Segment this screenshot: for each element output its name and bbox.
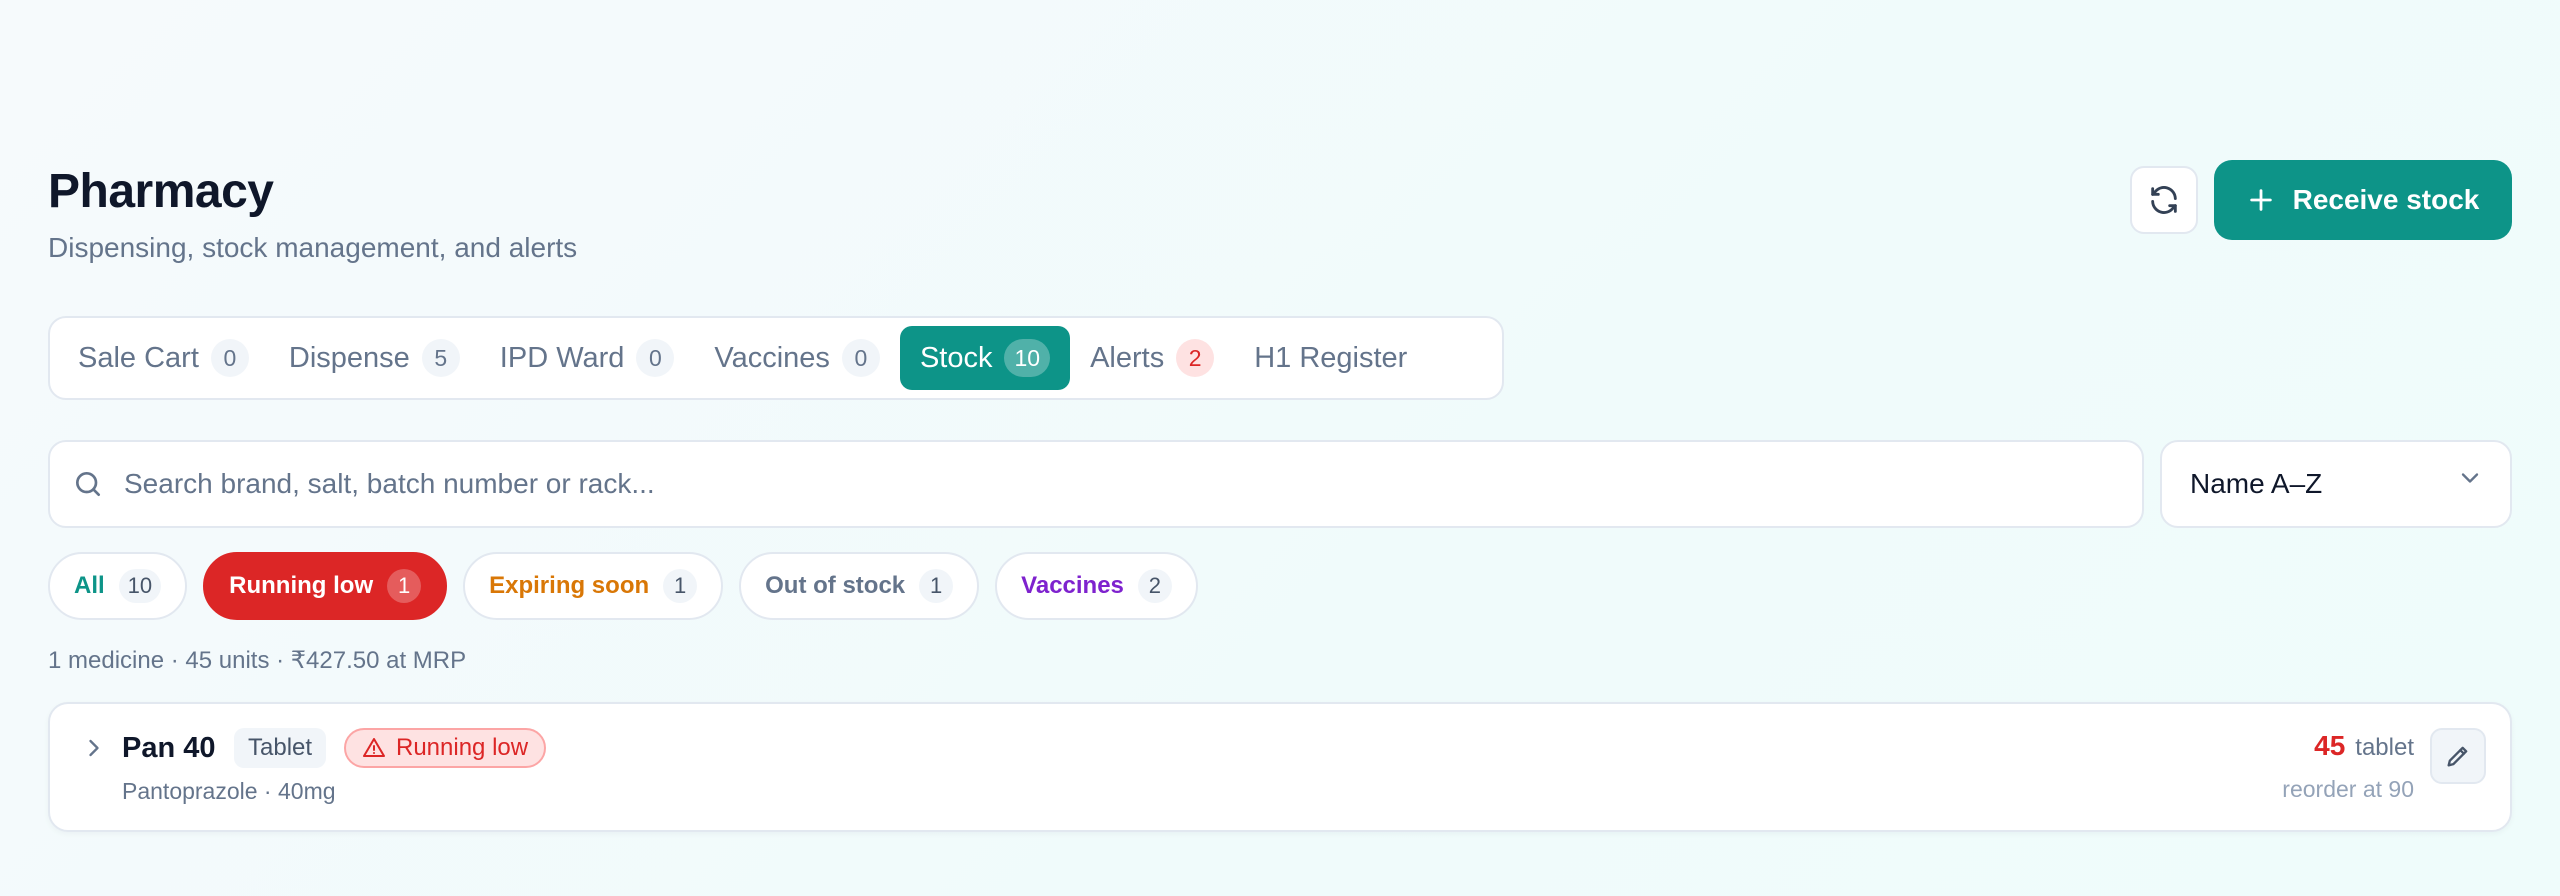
quantity-unit: tablet bbox=[2355, 734, 2414, 761]
filter-label: All bbox=[74, 572, 105, 599]
chevron-down-icon bbox=[2461, 473, 2479, 483]
refresh-button[interactable] bbox=[2130, 166, 2198, 234]
pencil-icon bbox=[2447, 746, 2468, 767]
tab-stock[interactable]: Stock 10 bbox=[899, 326, 1071, 390]
filter-count: 1 bbox=[663, 569, 698, 603]
tab-count: 0 bbox=[841, 339, 880, 377]
filter-out-of-stock[interactable]: Out of stock 1 bbox=[739, 552, 980, 620]
warning-icon bbox=[363, 738, 385, 757]
page-subtitle: Dispensing, stock management, and alerts bbox=[48, 232, 578, 263]
tab-label: Alerts bbox=[1090, 341, 1165, 374]
tab-label: Dispense bbox=[288, 341, 410, 374]
quantity-value: 45 bbox=[2314, 730, 2346, 761]
page-title: Pharmacy bbox=[48, 165, 274, 218]
filter-label: Running low bbox=[229, 572, 374, 599]
tab-label: IPD Ward bbox=[499, 341, 625, 374]
tab-count: 10 bbox=[1004, 339, 1051, 377]
tab-count: 0 bbox=[210, 339, 249, 377]
filter-count: 1 bbox=[919, 569, 954, 603]
filter-count: 2 bbox=[1137, 569, 1172, 603]
filter-label: Out of stock bbox=[765, 572, 906, 599]
tab-h1-register[interactable]: H1 Register bbox=[1234, 326, 1427, 390]
filter-running-low[interactable]: Running low 1 bbox=[203, 552, 448, 620]
plus-icon bbox=[2249, 189, 2272, 211]
filter-expiring-soon[interactable]: Expiring soon 1 bbox=[463, 552, 724, 620]
sort-select[interactable]: Name A–Z bbox=[2160, 440, 2512, 528]
pharmacy-tabs: Sale Cart 0 Dispense 5 IPD Ward 0 Vaccin… bbox=[48, 316, 1504, 400]
tab-sale-cart[interactable]: Sale Cart 0 bbox=[58, 326, 269, 390]
stock-filter-chips: All 10 Running low 1 Expiring soon 1 Out… bbox=[48, 552, 1198, 620]
edit-button[interactable] bbox=[2430, 728, 2486, 784]
stock-summary: 1 medicine · 45 units · ₹427.50 at MRP bbox=[48, 647, 467, 674]
receive-stock-button[interactable]: Receive stock bbox=[2214, 160, 2512, 240]
tab-label: H1 Register bbox=[1254, 341, 1408, 374]
tab-label: Stock bbox=[919, 341, 993, 374]
filter-count: 10 bbox=[118, 569, 162, 603]
tab-label: Sale Cart bbox=[78, 341, 199, 374]
filter-label: Expiring soon bbox=[489, 572, 650, 599]
chevron-right-icon[interactable] bbox=[80, 734, 108, 762]
medicine-form-badge: Tablet bbox=[234, 728, 327, 768]
tab-count: 2 bbox=[1176, 339, 1215, 377]
medicine-name: Pan 40 bbox=[122, 732, 216, 764]
search-icon bbox=[76, 472, 100, 496]
medicine-salt: Pantoprazole · 40mg bbox=[122, 778, 336, 804]
status-label: Running low bbox=[396, 734, 529, 761]
refresh-icon bbox=[2151, 186, 2177, 214]
tab-count: 0 bbox=[636, 339, 675, 377]
filter-vaccines[interactable]: Vaccines 2 bbox=[995, 552, 1198, 620]
filter-all[interactable]: All 10 bbox=[48, 552, 188, 620]
tab-count: 5 bbox=[421, 339, 460, 377]
medicine-card[interactable]: Pan 40 Tablet Running low Pantoprazole ·… bbox=[48, 702, 2512, 832]
tab-alerts[interactable]: Alerts 2 bbox=[1070, 326, 1234, 390]
search-box[interactable] bbox=[48, 440, 2144, 528]
filter-count: 1 bbox=[387, 569, 422, 603]
tab-label: Vaccines bbox=[714, 341, 830, 374]
tab-dispense[interactable]: Dispense 5 bbox=[269, 326, 480, 390]
stock-quantity: 45 tablet bbox=[2314, 730, 2414, 762]
pharmacy-page: Pharmacy Dispensing, stock management, a… bbox=[48, 0, 2512, 896]
receive-stock-label: Receive stock bbox=[2292, 184, 2480, 215]
status-badge: Running low bbox=[344, 728, 547, 768]
search-input[interactable] bbox=[124, 468, 2142, 500]
filter-label: Vaccines bbox=[1021, 572, 1124, 599]
sort-selected-value: Name A–Z bbox=[2190, 468, 2323, 499]
tab-ipd-ward[interactable]: IPD Ward 0 bbox=[480, 326, 695, 390]
reorder-level: reorder at 90 bbox=[2282, 776, 2414, 802]
tab-vaccines[interactable]: Vaccines 0 bbox=[694, 326, 900, 390]
